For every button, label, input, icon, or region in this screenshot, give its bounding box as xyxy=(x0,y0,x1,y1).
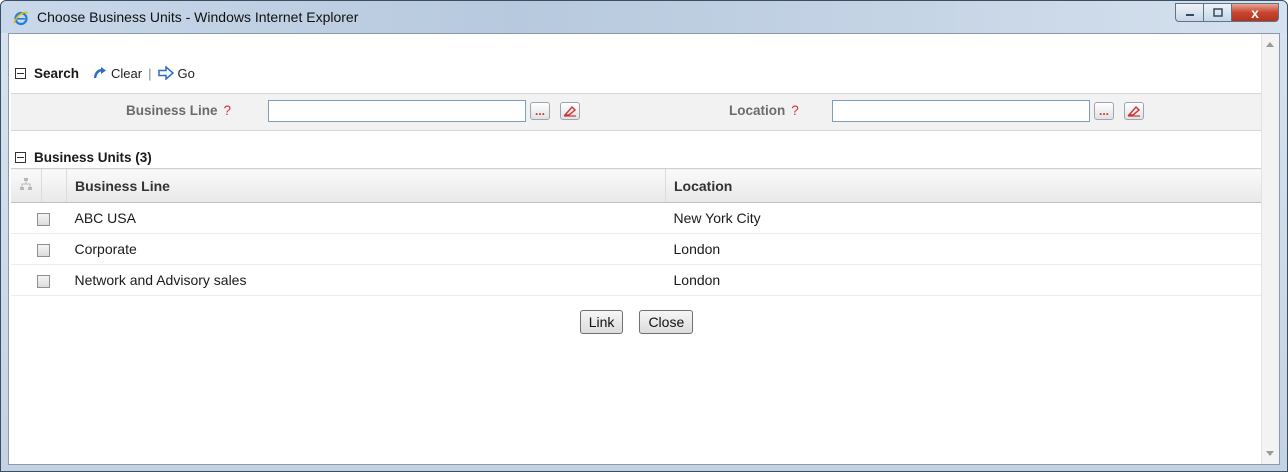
search-tools: Clear | Go xyxy=(93,66,195,81)
dialog-content: Search Clear | Go Business Line ? ... Lo… xyxy=(8,33,1280,465)
scroll-down-icon[interactable] xyxy=(1266,451,1274,456)
ie-icon xyxy=(13,11,29,26)
go-arrow-icon xyxy=(157,66,174,80)
location-browse-button[interactable]: ... xyxy=(1094,102,1114,120)
close-window-button[interactable]: x xyxy=(1231,3,1279,22)
clear-icon xyxy=(93,67,107,79)
location-cell: London xyxy=(665,233,1261,265)
clear-link[interactable]: Clear xyxy=(93,66,142,81)
select-column-header xyxy=(41,168,67,203)
minimize-button[interactable] xyxy=(1175,3,1203,22)
table-row: ABC USA New York City xyxy=(11,202,1261,234)
hierarchy-column-header[interactable] xyxy=(11,168,42,203)
row-checkbox[interactable] xyxy=(37,212,50,226)
location-help-icon[interactable]: ? xyxy=(791,103,799,118)
maximize-icon xyxy=(1212,8,1223,17)
business-line-cell: ABC USA xyxy=(66,202,666,234)
business-units-title: Business Units (3) xyxy=(34,149,152,165)
row-checkbox[interactable] xyxy=(37,274,50,288)
toolbar-separator: | xyxy=(148,65,152,81)
dialog-actions: Link Close xyxy=(9,310,1264,334)
business-line-cell: Network and Advisory sales xyxy=(66,264,666,296)
location-clear-button[interactable] xyxy=(1124,102,1144,120)
window-title: Choose Business Units - Windows Internet… xyxy=(37,9,359,25)
minimize-icon xyxy=(1185,13,1194,16)
table-row: Corporate London xyxy=(11,233,1261,265)
search-criteria-row: Business Line? ... Location? ... xyxy=(11,93,1261,131)
business-units-section-header: Business Units (3) xyxy=(11,144,152,170)
location-cell: London xyxy=(665,264,1261,296)
location-cell: New York City xyxy=(665,202,1261,234)
business-line-input[interactable] xyxy=(268,100,526,122)
scroll-up-icon[interactable] xyxy=(1266,42,1274,47)
row-checkbox[interactable] xyxy=(37,243,50,257)
column-header-business-line[interactable]: Business Line xyxy=(66,168,666,203)
column-header-location[interactable]: Location xyxy=(665,168,1261,203)
business-units-table: Business Line Location ABC USA New York … xyxy=(11,168,1261,296)
search-section-header: Search Clear | Go xyxy=(11,60,195,86)
location-label: Location? xyxy=(729,103,799,118)
eraser-icon xyxy=(563,105,577,117)
hierarchy-icon xyxy=(20,178,32,190)
row-select-cell xyxy=(11,233,67,265)
ie-window: Choose Business Units - Windows Internet… xyxy=(0,0,1288,472)
business-line-cell: Corporate xyxy=(66,233,666,265)
vertical-scrollbar[interactable] xyxy=(1261,34,1279,464)
business-line-clear-button[interactable] xyxy=(560,102,580,120)
business-line-help-icon[interactable]: ? xyxy=(224,103,232,118)
collapse-icon[interactable] xyxy=(15,151,26,163)
maximize-button[interactable] xyxy=(1203,3,1231,22)
close-button[interactable]: Close xyxy=(639,310,694,334)
link-button[interactable]: Link xyxy=(579,310,624,334)
close-icon: x xyxy=(1251,4,1259,21)
location-input[interactable] xyxy=(832,100,1090,122)
go-link[interactable]: Go xyxy=(157,66,195,81)
table-header-row: Business Line Location xyxy=(11,168,1261,203)
window-controls: x xyxy=(1175,3,1279,23)
row-select-cell xyxy=(11,202,67,234)
search-title: Search xyxy=(34,65,80,81)
business-line-label: Business Line? xyxy=(126,103,232,118)
browse-icon: ... xyxy=(1098,104,1109,118)
business-line-browse-button[interactable]: ... xyxy=(530,102,550,120)
row-select-cell xyxy=(11,264,67,296)
table-row: Network and Advisory sales London xyxy=(11,264,1261,296)
title-bar[interactable]: Choose Business Units - Windows Internet… xyxy=(1,1,1287,33)
collapse-icon[interactable] xyxy=(15,67,26,79)
browse-icon: ... xyxy=(534,104,545,118)
eraser-icon xyxy=(1127,105,1141,117)
